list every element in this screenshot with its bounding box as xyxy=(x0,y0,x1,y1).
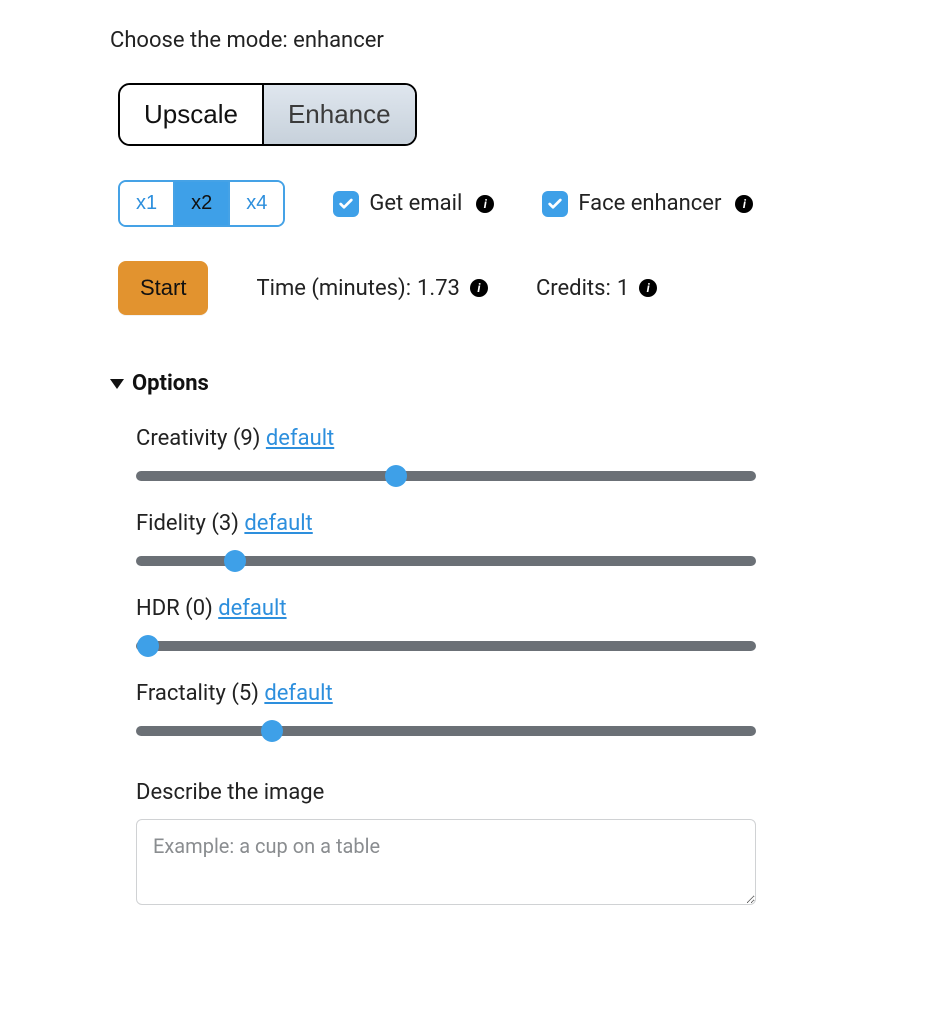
mode-segmented: Upscale Enhance xyxy=(118,83,417,146)
options-toggle[interactable]: Options xyxy=(110,371,826,396)
scale-group: x1 x2 x4 xyxy=(118,180,285,227)
info-icon[interactable]: i xyxy=(470,279,488,297)
scale-x2-button[interactable]: x2 xyxy=(173,182,228,225)
mode-enhance-button[interactable]: Enhance xyxy=(262,85,415,144)
hdr-group: HDR (0) default xyxy=(136,596,826,651)
mode-line: Choose the mode: enhancer xyxy=(110,28,826,53)
get-email-option: Get email i xyxy=(333,191,494,217)
fractality-slider[interactable] xyxy=(136,726,756,736)
fidelity-slider[interactable] xyxy=(136,556,756,566)
info-icon[interactable]: i xyxy=(476,195,494,213)
credits-value: 1 xyxy=(617,276,629,301)
fractality-default-link[interactable]: default xyxy=(264,681,332,706)
hdr-label: HDR (0) xyxy=(136,596,218,621)
credits-stat: Credits: 1 i xyxy=(536,276,657,301)
fidelity-group: Fidelity (3) default xyxy=(136,511,826,566)
creativity-group: Creativity (9) default xyxy=(136,426,826,481)
options-label: Options xyxy=(132,371,209,396)
info-icon[interactable]: i xyxy=(735,195,753,213)
mode-upscale-button[interactable]: Upscale xyxy=(120,85,262,144)
start-button[interactable]: Start xyxy=(118,261,208,315)
info-icon[interactable]: i xyxy=(639,279,657,297)
hdr-slider[interactable] xyxy=(136,641,756,651)
creativity-slider-thumb[interactable] xyxy=(385,465,407,487)
face-enhancer-checkbox[interactable] xyxy=(542,191,568,217)
get-email-checkbox[interactable] xyxy=(333,191,359,217)
get-email-label: Get email xyxy=(369,191,462,216)
fractality-slider-thumb[interactable] xyxy=(261,720,283,742)
creativity-slider[interactable] xyxy=(136,471,756,481)
mode-label-prefix: Choose the mode: xyxy=(110,28,293,53)
creativity-default-link[interactable]: default xyxy=(266,426,334,451)
fidelity-default-link[interactable]: default xyxy=(244,511,312,536)
describe-textarea[interactable] xyxy=(136,819,756,905)
time-value: 1.73 xyxy=(417,276,460,301)
caret-down-icon xyxy=(110,379,124,389)
fractality-group: Fractality (5) default xyxy=(136,681,826,736)
hdr-default-link[interactable]: default xyxy=(218,596,286,621)
scale-x4-button[interactable]: x4 xyxy=(228,182,283,225)
check-icon xyxy=(547,196,563,212)
scale-x1-button[interactable]: x1 xyxy=(120,182,173,225)
mode-current-text: enhancer xyxy=(293,28,384,53)
time-stat: Time (minutes): 1.73 i xyxy=(256,276,487,301)
describe-label: Describe the image xyxy=(136,780,826,805)
fidelity-slider-thumb[interactable] xyxy=(224,550,246,572)
hdr-slider-thumb[interactable] xyxy=(137,635,159,657)
fractality-label: Fractality (5) xyxy=(136,681,264,706)
credits-prefix: Credits: xyxy=(536,276,611,301)
check-icon xyxy=(338,196,354,212)
face-enhancer-option: Face enhancer i xyxy=(542,191,753,217)
fidelity-label: Fidelity (3) xyxy=(136,511,244,536)
face-enhancer-label: Face enhancer xyxy=(578,191,721,216)
creativity-label: Creativity (9) xyxy=(136,426,266,451)
time-prefix: Time (minutes): xyxy=(256,276,411,301)
